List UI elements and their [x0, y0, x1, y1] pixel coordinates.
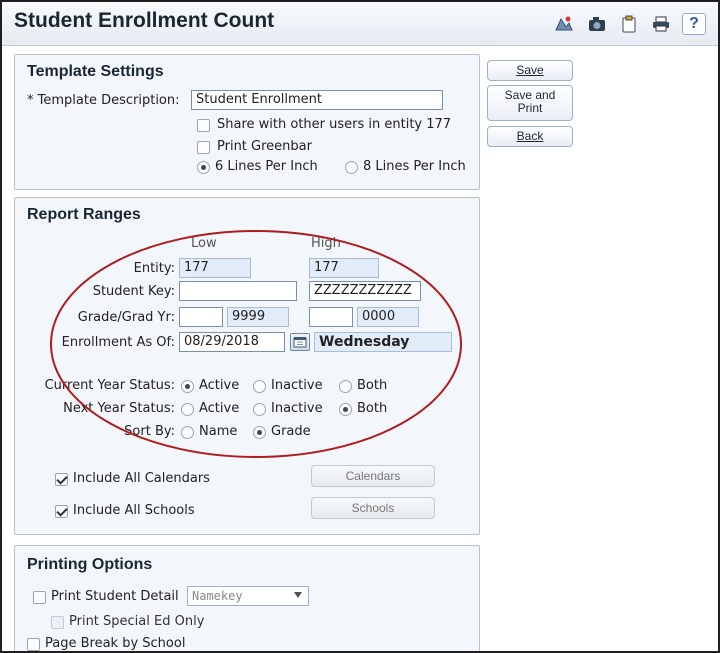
include-all-calendars-label: Include All Calendars — [73, 471, 210, 486]
printing-options-heading: Printing Options — [27, 556, 153, 573]
student-key-label: Student Key: — [92, 284, 175, 299]
grade-high-input[interactable] — [309, 307, 353, 327]
next-status-active-radio[interactable] — [181, 403, 194, 416]
app-window: Student Enrollment Count ? Save Save and… — [0, 0, 720, 653]
print-greenbar-checkbox[interactable] — [197, 141, 210, 154]
grad-yr-high-field: 0000 — [357, 307, 419, 327]
save-button[interactable]: Save — [487, 60, 573, 81]
print-special-ed-label: Print Special Ed Only — [69, 614, 205, 629]
save-and-print-button[interactable]: Save and Print — [487, 85, 573, 121]
share-checkbox[interactable] — [197, 119, 210, 132]
lines-8-label: 8 Lines Per Inch — [363, 159, 466, 174]
sort-name-label: Name — [199, 424, 238, 439]
enrollment-as-of-label: Enrollment As Of: — [61, 335, 175, 350]
help-icon[interactable]: ? — [682, 13, 706, 35]
include-all-schools-checkbox[interactable] — [55, 505, 68, 518]
grade-grad-yr-label: Grade/Grad Yr: — [77, 310, 175, 325]
current-status-inactive-label: Inactive — [271, 378, 323, 393]
enrollment-date-input[interactable]: 08/29/2018 — [179, 332, 285, 352]
template-description-label: * Template Description: — [27, 93, 180, 108]
print-special-ed-checkbox[interactable] — [51, 616, 64, 629]
current-status-both-label: Both — [357, 378, 388, 393]
current-status-active-label: Active — [199, 378, 240, 393]
back-button[interactable]: Back — [487, 126, 573, 147]
next-status-active-label: Active — [199, 401, 240, 416]
printing-options-panel: Printing Options Print Student Detail Na… — [14, 545, 480, 651]
printer-icon[interactable] — [649, 13, 673, 35]
sort-grade-label: Grade — [271, 424, 311, 439]
current-status-both-radio[interactable] — [339, 380, 352, 393]
print-student-detail-label: Print Student Detail — [51, 589, 179, 604]
current-status-active-radio[interactable] — [181, 380, 194, 393]
student-key-high-input[interactable]: ZZZZZZZZZZZ — [309, 281, 421, 301]
sort-grade-radio[interactable] — [253, 426, 266, 439]
next-year-status-label: Next Year Status: — [63, 401, 175, 416]
grade-low-input[interactable] — [179, 307, 223, 327]
page-title: Student Enrollment Count — [14, 9, 275, 32]
next-status-both-label: Both — [357, 401, 388, 416]
title-bar: Student Enrollment Count ? — [2, 2, 718, 46]
calendars-button[interactable]: Calendars — [311, 465, 435, 487]
page-break-label: Page Break by School — [45, 636, 186, 651]
next-status-inactive-radio[interactable] — [253, 403, 266, 416]
sort-name-radio[interactable] — [181, 426, 194, 439]
student-detail-select[interactable]: Namekey — [187, 586, 309, 606]
report-ranges-heading: Report Ranges — [27, 206, 141, 223]
include-all-schools-label: Include All Schools — [73, 503, 195, 518]
map-icon[interactable] — [552, 13, 576, 35]
current-status-inactive-radio[interactable] — [253, 380, 266, 393]
entity-label: Entity: — [133, 261, 175, 276]
next-status-inactive-label: Inactive — [271, 401, 323, 416]
grad-yr-low-field: 9999 — [227, 307, 289, 327]
schools-button[interactable]: Schools — [311, 497, 435, 519]
chevron-down-icon — [294, 592, 302, 598]
current-year-status-label: Current Year Status: — [44, 378, 175, 393]
share-label: Share with other users in entity 177 — [217, 117, 452, 132]
high-column-header: High — [311, 236, 341, 251]
next-status-both-radio[interactable] — [339, 403, 352, 416]
sort-by-label: Sort By: — [124, 424, 175, 439]
page-break-checkbox[interactable] — [27, 638, 40, 651]
entity-high-field: 177 — [309, 258, 379, 278]
template-settings-panel: Template Settings * Template Description… — [14, 54, 480, 190]
clipboard-icon[interactable] — [617, 13, 641, 35]
lines-6-label: 6 Lines Per Inch — [215, 159, 318, 174]
print-greenbar-label: Print Greenbar — [217, 139, 312, 154]
report-ranges-panel: Report Ranges Low High Entity: 177 177 S… — [14, 197, 480, 535]
camera-icon[interactable] — [585, 13, 609, 35]
calendar-icon[interactable] — [290, 333, 310, 351]
entity-low-field: 177 — [179, 258, 251, 278]
lines-6-radio[interactable] — [197, 161, 210, 174]
enrollment-day-field: Wednesday — [314, 332, 452, 352]
low-column-header: Low — [191, 236, 217, 251]
student-key-low-input[interactable] — [179, 281, 297, 301]
template-description-input[interactable]: Student Enrollment — [191, 90, 443, 110]
template-settings-heading: Template Settings — [27, 63, 164, 80]
lines-8-radio[interactable] — [345, 161, 358, 174]
print-student-detail-checkbox[interactable] — [33, 591, 46, 604]
include-all-calendars-checkbox[interactable] — [55, 473, 68, 486]
